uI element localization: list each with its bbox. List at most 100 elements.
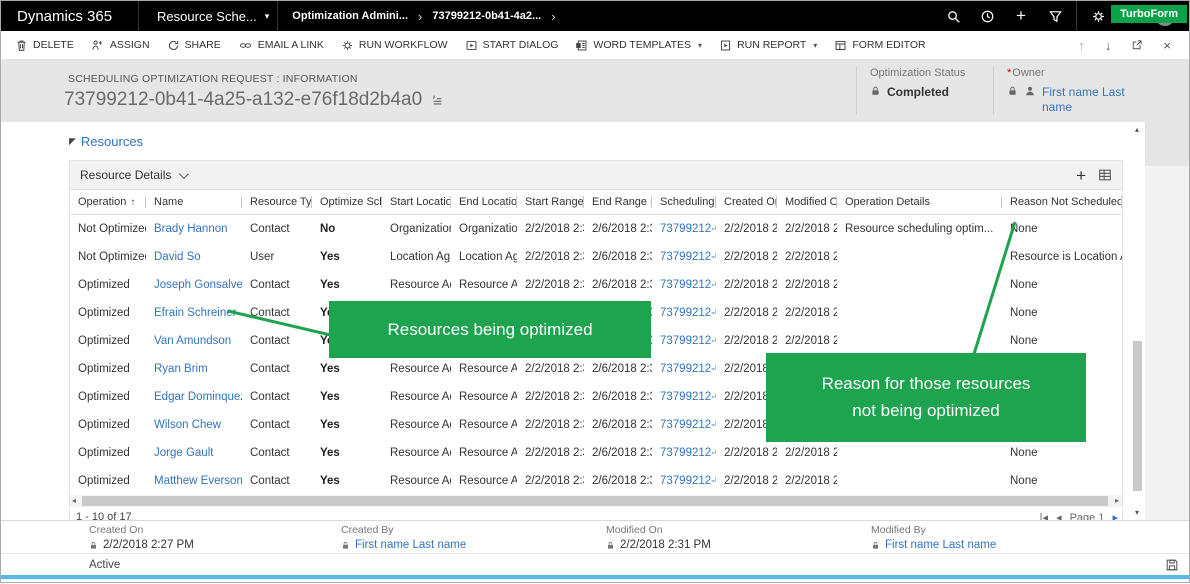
user-link[interactable]: First name Last name	[355, 539, 466, 551]
down-arrow-icon[interactable]: ↓	[1105, 38, 1112, 53]
settings-icon[interactable]	[1081, 1, 1115, 31]
grid-cell[interactable]: 73799212-0...	[652, 411, 716, 439]
app-switcher[interactable]: Resource Sche... ▾	[139, 9, 277, 24]
breadcrumb-item[interactable]: 73799212-0b41-4a2...	[432, 10, 541, 22]
grid-cell: None	[1002, 327, 1122, 355]
grid-cell[interactable]: Brady Hannon	[146, 215, 242, 243]
scroll-right-icon[interactable]: ▸	[1115, 495, 1119, 507]
grid-row[interactable]: OptimizedJorge GaultContactYesResource A…	[70, 439, 1122, 467]
grid-cell[interactable]: David So	[146, 243, 242, 271]
recent-icon[interactable]	[970, 1, 1004, 31]
save-icon[interactable]	[1165, 558, 1179, 572]
scroll-left-icon[interactable]: ◂	[72, 495, 76, 507]
word-templates-button[interactable]: WORD TEMPLATES ▾	[575, 39, 702, 52]
view-selector[interactable]: Resource Details	[80, 168, 171, 182]
grid-row[interactable]: Not OptimizedBrady HannonContactNoOrgani…	[70, 215, 1122, 243]
grid-cell[interactable]: Joseph Gonsalves	[146, 271, 242, 299]
column-header[interactable]: Reason Not Scheduled (B...	[1002, 190, 1122, 214]
grid-row[interactable]: OptimizedEfrain SchreinerContactYesResou…	[70, 299, 1122, 327]
column-header[interactable]: Optimize Sche...	[312, 190, 382, 214]
start-dialog-button[interactable]: START DIALOG	[465, 39, 559, 52]
run-workflow-button[interactable]: RUN WORKFLOW	[341, 39, 448, 52]
grid-row[interactable]: OptimizedMatthew EversonContactYesResour…	[70, 467, 1122, 495]
resources-section-header[interactable]: ◤ Resources	[69, 134, 143, 149]
grid-row[interactable]: OptimizedWilson ChewContactYesResource A…	[70, 411, 1122, 439]
grid-cell[interactable]: Wilson Chew	[146, 411, 242, 439]
grid-cell[interactable]: 73799212-0...	[652, 467, 716, 495]
filter-icon[interactable]	[1038, 1, 1072, 31]
email-a-link-button[interactable]: EMAIL A LINK	[238, 39, 324, 52]
scrollbar-thumb[interactable]	[1133, 341, 1142, 491]
field-label: *Owner	[1007, 67, 1143, 79]
column-header[interactable]: Scheduling Op...	[652, 190, 716, 214]
grid-cell: 2/2/2018 2:2...	[716, 383, 777, 411]
horizontal-scrollbar[interactable]: ◂ ▸	[70, 495, 1122, 507]
grid-cell[interactable]: Ryan Brim	[146, 355, 242, 383]
grid-row[interactable]: OptimizedJoseph GonsalvesContactYesResou…	[70, 271, 1122, 299]
grid-cell[interactable]: Van Amundson	[146, 327, 242, 355]
column-header[interactable]: Name	[146, 190, 242, 214]
brand-logo[interactable]: Dynamics 365	[1, 8, 138, 25]
grid-cell: 2/2/2018 2:3...	[517, 355, 584, 383]
grid-cell[interactable]: Jorge Gault	[146, 439, 242, 467]
grid-cell[interactable]: Efrain Schreiner	[146, 299, 242, 327]
grid-cell[interactable]: 73799212-0...	[652, 243, 716, 271]
owner-link[interactable]: First name Last name	[1042, 85, 1134, 115]
assign-button[interactable]: ASSIGN	[91, 39, 150, 52]
vertical-scrollbar[interactable]: ▴ ▾	[1129, 122, 1145, 520]
up-arrow-icon[interactable]: ↑	[1078, 38, 1085, 53]
grid-cell[interactable]: 73799212-0...	[652, 299, 716, 327]
column-header[interactable]: End Range (Sc...	[584, 190, 652, 214]
grid-cell[interactable]: 73799212-0...	[652, 327, 716, 355]
grid-view-icon[interactable]	[1098, 168, 1112, 182]
right-gutter	[1145, 166, 1189, 520]
grid-cell: Resource Ad...	[451, 271, 517, 299]
grid-cell: Resource Ad...	[451, 327, 517, 355]
grid-row[interactable]: OptimizedRyan BrimContactYesResource Ad.…	[70, 355, 1122, 383]
column-header[interactable]: Start Location ...	[382, 190, 451, 214]
close-icon[interactable]: ×	[1163, 38, 1171, 53]
notes-icon[interactable]	[430, 93, 444, 107]
grid-row[interactable]: OptimizedVan AmundsonContactYesResource …	[70, 327, 1122, 355]
column-header[interactable]: Modified On (...	[777, 190, 837, 214]
scrollbar-thumb[interactable]	[82, 496, 1108, 506]
share-button[interactable]: SHARE	[167, 39, 221, 52]
user-link[interactable]: First name Last name	[885, 539, 996, 551]
grid-cell[interactable]: 73799212-0...	[652, 383, 716, 411]
grid-cell: Contact	[242, 411, 312, 439]
run-report-button[interactable]: RUN REPORT ▾	[719, 39, 817, 52]
grid-cell[interactable]: 73799212-0...	[652, 355, 716, 383]
search-icon[interactable]	[936, 1, 970, 31]
column-header[interactable]: End Location (...	[451, 190, 517, 214]
column-header[interactable]: Resource Type...	[242, 190, 312, 214]
chevron-down-icon	[179, 169, 189, 179]
form-editor-button[interactable]: FORM EDITOR	[834, 39, 925, 52]
grid-cell: 2/2/2018 2:3...	[517, 383, 584, 411]
grid-cell[interactable]: Matthew Everson	[146, 467, 242, 495]
scroll-up-icon[interactable]: ▴	[1129, 125, 1145, 134]
add-icon[interactable]: +	[1004, 1, 1038, 31]
grid-cell[interactable]: Edgar Dominquez	[146, 383, 242, 411]
grid-cell[interactable]: 73799212-0...	[652, 439, 716, 467]
breadcrumb-item[interactable]: Optimization Admini...	[292, 10, 408, 22]
grid-cell: 2/6/2018 2:3...	[584, 243, 652, 271]
column-header[interactable]: Start Range (S...	[517, 190, 584, 214]
scroll-down-icon[interactable]: ▾	[1129, 508, 1145, 517]
column-header[interactable]: Created On (Sc...	[716, 190, 777, 214]
lock-icon	[606, 540, 615, 551]
add-record-button[interactable]: +	[1076, 167, 1086, 184]
grid-row[interactable]: Not OptimizedDavid SoUserYesLocation Ag.…	[70, 243, 1122, 271]
column-header[interactable]: Operation↑	[70, 190, 146, 214]
created-by-field: Created By First name Last name	[341, 524, 466, 551]
grid-cell[interactable]: 73799212-0...	[652, 215, 716, 243]
popout-icon[interactable]	[1131, 39, 1143, 51]
grid-cell: Resource Ad...	[451, 411, 517, 439]
grid-cell	[837, 439, 1002, 467]
grid-cell: Not Optimized	[70, 243, 146, 271]
column-header[interactable]: Operation Details	[837, 190, 1002, 214]
grid-cell[interactable]: 73799212-0...	[652, 271, 716, 299]
grid-cell	[837, 355, 1002, 383]
grid-cell: Resource Ad...	[382, 271, 451, 299]
delete-button[interactable]: DELETE	[15, 39, 74, 52]
grid-row[interactable]: OptimizedEdgar DominquezContactYesResour…	[70, 383, 1122, 411]
